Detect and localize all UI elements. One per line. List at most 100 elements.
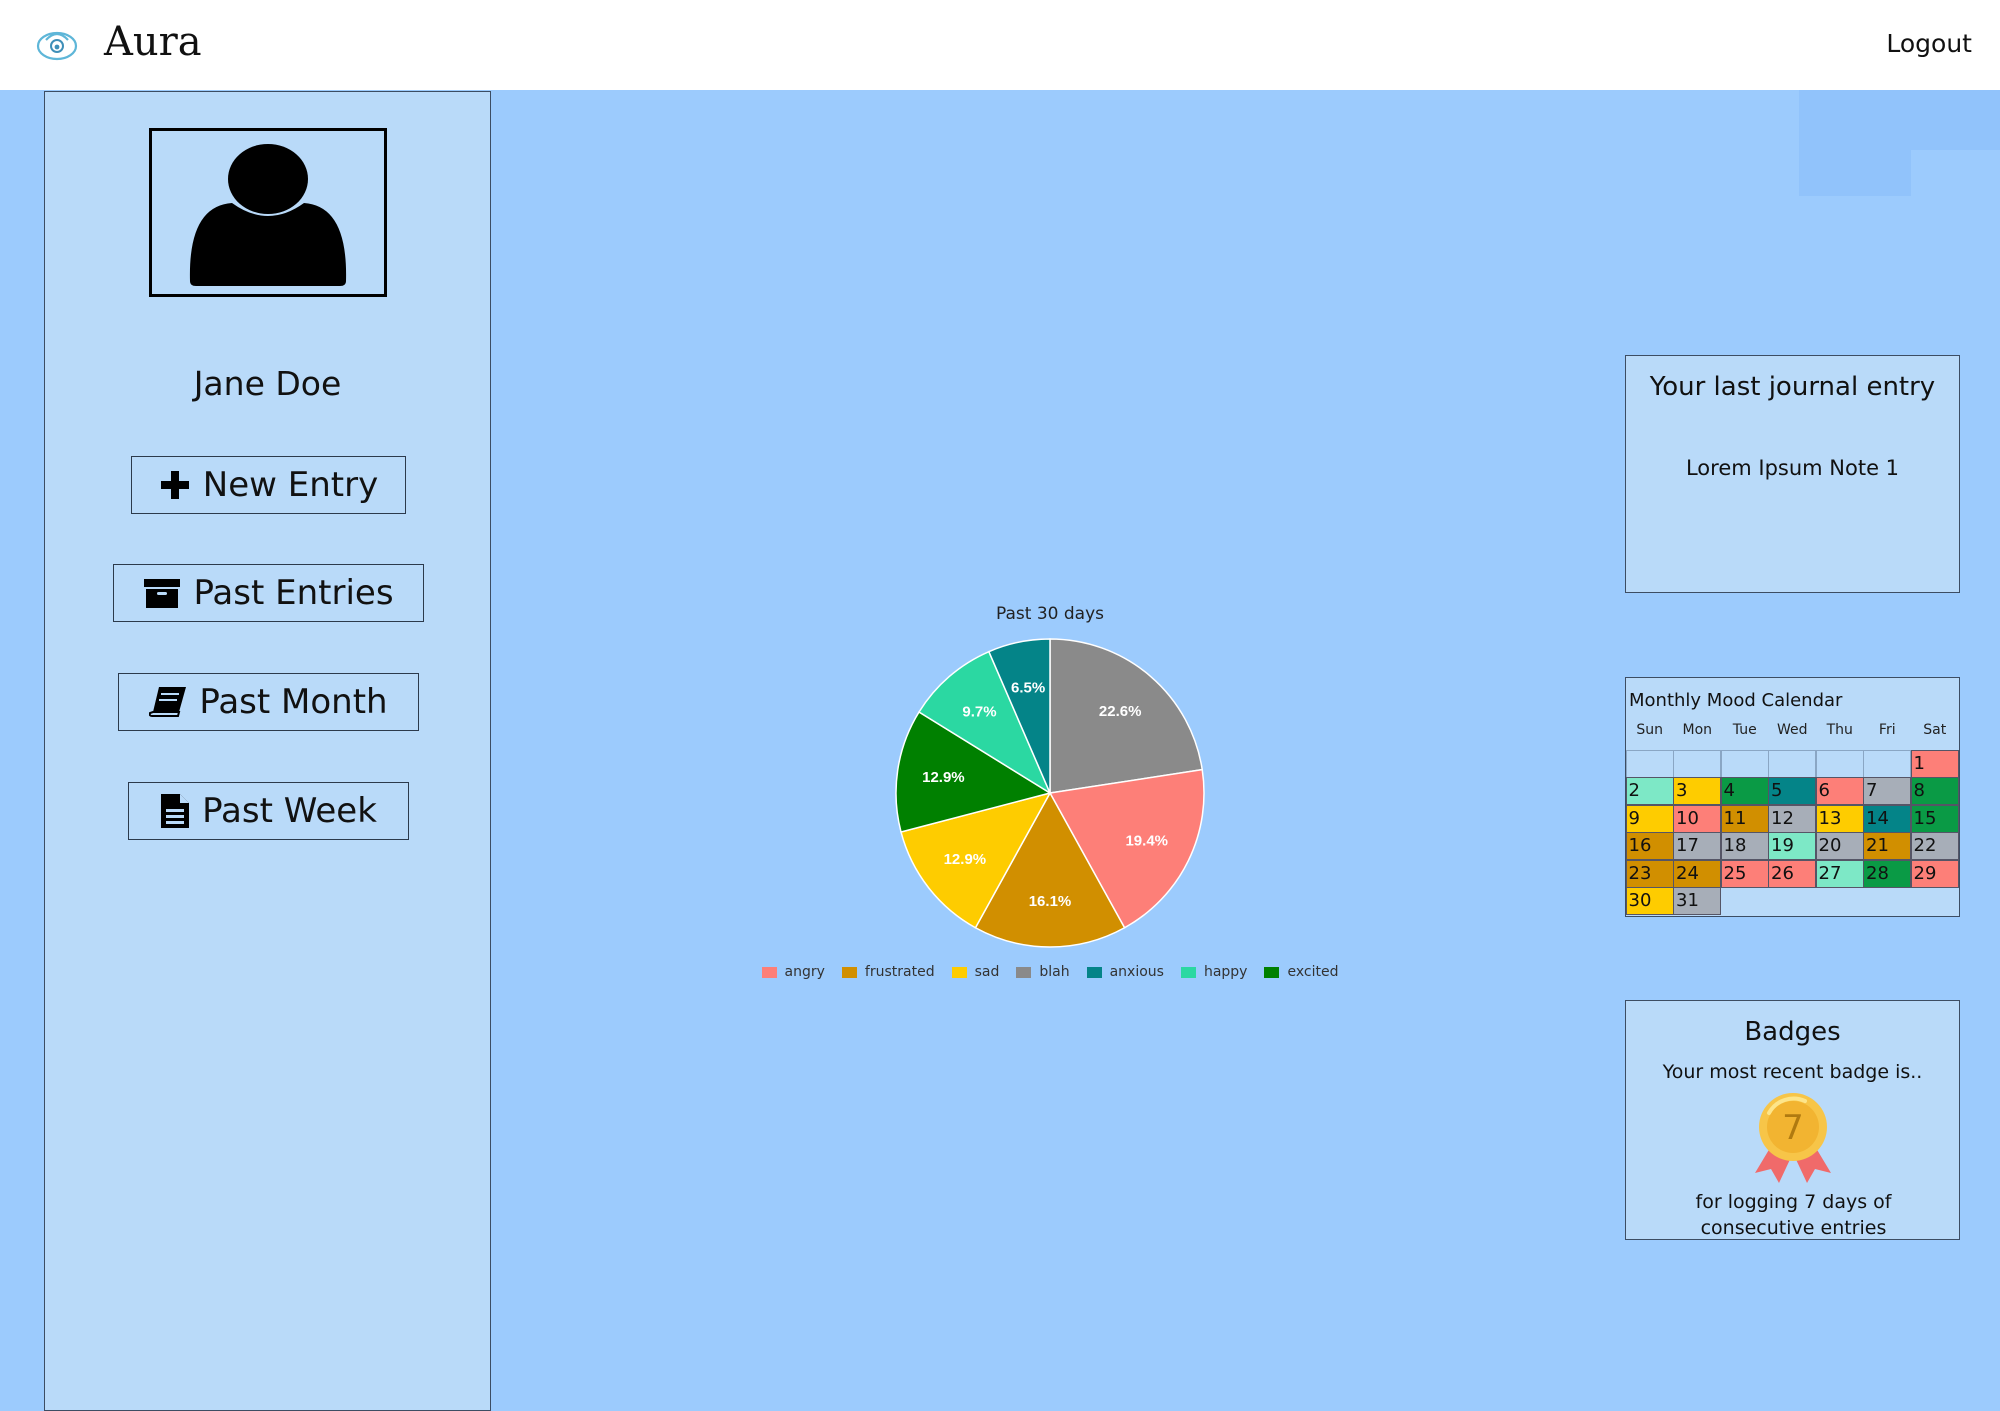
nav-label: New Entry [202,465,379,505]
calendar-day-cell[interactable]: 5 [1768,777,1816,805]
weekday-label: Sat [1923,722,1947,738]
legend-item-anxious[interactable]: anxious [1086,960,1164,984]
calendar-day-cell[interactable]: 11 [1720,804,1769,833]
chart-title: Past 30 days [996,604,1104,624]
calendar-day-cell[interactable]: 18 [1720,832,1769,860]
pie-value-label: 12.9% [944,851,987,868]
legend-swatch [1264,966,1280,978]
calendar-day-cell[interactable]: 21 [1863,832,1911,860]
decorative-block [1799,150,1911,196]
calendar-day-cell[interactable]: 14 [1863,804,1911,833]
legend-label: angry [784,964,825,980]
past-entries-button[interactable]: Past Entries [113,564,424,622]
medal-badge-icon[interactable]: 7 [1743,1091,1843,1183]
calendar-day-cell[interactable]: 31 [1673,887,1721,915]
calendar-day-cell[interactable]: 2 [1625,777,1674,805]
nav-label: Past Week [202,791,377,831]
weekday-label: Thu [1826,722,1853,738]
calendar-day-cell[interactable]: 10 [1673,804,1721,833]
user-silhouette-icon [189,144,347,286]
calendar-day-cell[interactable]: 22 [1910,832,1959,860]
badges-card: Badges Your most recent badge is.. 7 for… [1625,1000,1960,1240]
calendar-empty-cell [1863,749,1911,778]
legend-swatch [1086,966,1102,978]
monthly-mood-calendar: Monthly Mood Calendar Sun Mon Tue Wed Thu Fri… [1625,677,1960,917]
calendar-day-cell[interactable]: 9 [1625,804,1674,833]
last-journal-entry-card[interactable]: Your last journal entry Lorem Ipsum Note… [1625,355,1960,593]
nav-label: Past Month [199,682,388,722]
legend-item-angry[interactable]: angry [761,960,825,984]
calendar-day-cell[interactable]: 13 [1815,804,1864,833]
calendar-day-cell[interactable]: 24 [1673,859,1721,888]
calendar-empty-cell [1673,749,1721,778]
legend-label: frustrated [864,964,935,980]
pie-value-label: 16.1% [1029,893,1072,910]
calendar-day-cell[interactable]: 8 [1910,777,1959,805]
calendar-day-cell[interactable]: 26 [1768,859,1816,888]
calendar-day-cell[interactable]: 1 [1910,749,1959,778]
calendar-day-cell[interactable]: 25 [1720,859,1769,888]
new-entry-button[interactable]: New Entry [131,456,406,514]
weekday-label: Fri [1878,722,1896,738]
calendar-day-cell[interactable]: 28 [1863,859,1911,888]
calendar-day-cell[interactable]: 16 [1625,832,1674,860]
legend-label: excited [1287,964,1339,980]
legend-label: blah [1039,964,1070,980]
legend-item-blah[interactable]: blah [1016,960,1070,984]
past-month-button[interactable]: Past Month [118,673,419,731]
calendar-day-cell[interactable]: 4 [1720,777,1769,805]
sidebar: Jane Doe New Entry Past Entries Past Mon… [44,91,491,1411]
past-week-button[interactable]: Past Week [128,782,409,840]
avatar[interactable] [149,128,387,297]
badges-subtitle: Your most recent badge is.. [1662,1061,1923,1083]
calendar-empty-cell [1625,749,1674,778]
legend-label: happy [1203,964,1248,980]
book-icon [149,686,187,718]
legend-swatch [951,966,967,978]
top-navbar: Aura Logout [0,0,2000,90]
legend-swatch [1180,966,1196,978]
calendar-day-cell[interactable]: 17 [1673,832,1721,860]
calendar-day-cell[interactable]: 23 [1625,859,1674,888]
chart-legend: angry frustrated sad blah anxious happy excite… [740,960,1360,984]
calendar-day-cell[interactable]: 12 [1768,804,1816,833]
calendar-day-cell[interactable]: 29 [1910,859,1959,888]
calendar-day-cell[interactable]: 20 [1815,832,1864,860]
weekday-label: Tue [1732,722,1757,738]
legend-swatch [1016,966,1032,978]
legend-label: anxious [1109,964,1164,980]
logout-link[interactable]: Logout [1886,26,1972,62]
calendar-empty-cell [1720,749,1769,778]
calendar-weekday-header: Sun Mon Tue Wed Thu Fri Sat [1626,722,1959,738]
calendar-day-cell[interactable]: 6 [1815,777,1864,805]
calendar-day-cell[interactable]: 15 [1910,804,1959,833]
legend-item-frustrated[interactable]: frustrated [841,960,935,984]
calendar-day-cell[interactable]: 19 [1768,832,1816,860]
legend-item-happy[interactable]: happy [1180,960,1248,984]
legend-item-sad[interactable]: sad [951,960,1000,984]
aura-logo-icon [34,24,80,64]
legend-swatch [761,966,777,978]
pie-value-label: 12.9% [922,769,965,786]
pie-value-label: 22.6% [1099,703,1142,720]
plus-icon [159,469,191,501]
weekday-label: Wed [1776,722,1808,738]
legend-swatch [841,966,857,978]
calendar-day-cell[interactable]: 3 [1673,777,1721,805]
calendar-empty-cell [1768,749,1816,778]
badge-description: for logging 7 days of consecutive entrie… [1695,1191,1892,1239]
calendar-day-cell[interactable]: 27 [1815,859,1864,888]
legend-label: sad [974,964,1000,980]
badges-title: Badges [1744,1017,1841,1047]
mood-pie-chart: 22.6% 19.4% 16.1% 12.9% 12.9% 9.7% 6.5% [895,638,1205,948]
archive-icon [143,577,181,609]
weekday-label: Mon [1682,722,1713,738]
legend-item-excited[interactable]: excited [1264,960,1338,984]
journal-note-preview[interactable]: Lorem Ipsum Note 1 [1626,456,1959,480]
calendar-grid: 1 2 3 4 5 6 7 8 9 10 11 12 13 14 15 16 17 18 19 20 21 22 23 24 2… [1625,749,1959,915]
calendar-day-cell[interactable]: 30 [1625,887,1674,915]
brand-name[interactable]: Aura [104,14,202,70]
weekday-label: Sun [1636,722,1664,738]
pie-value-label: 19.4% [1125,833,1168,850]
calendar-day-cell[interactable]: 7 [1863,777,1911,805]
